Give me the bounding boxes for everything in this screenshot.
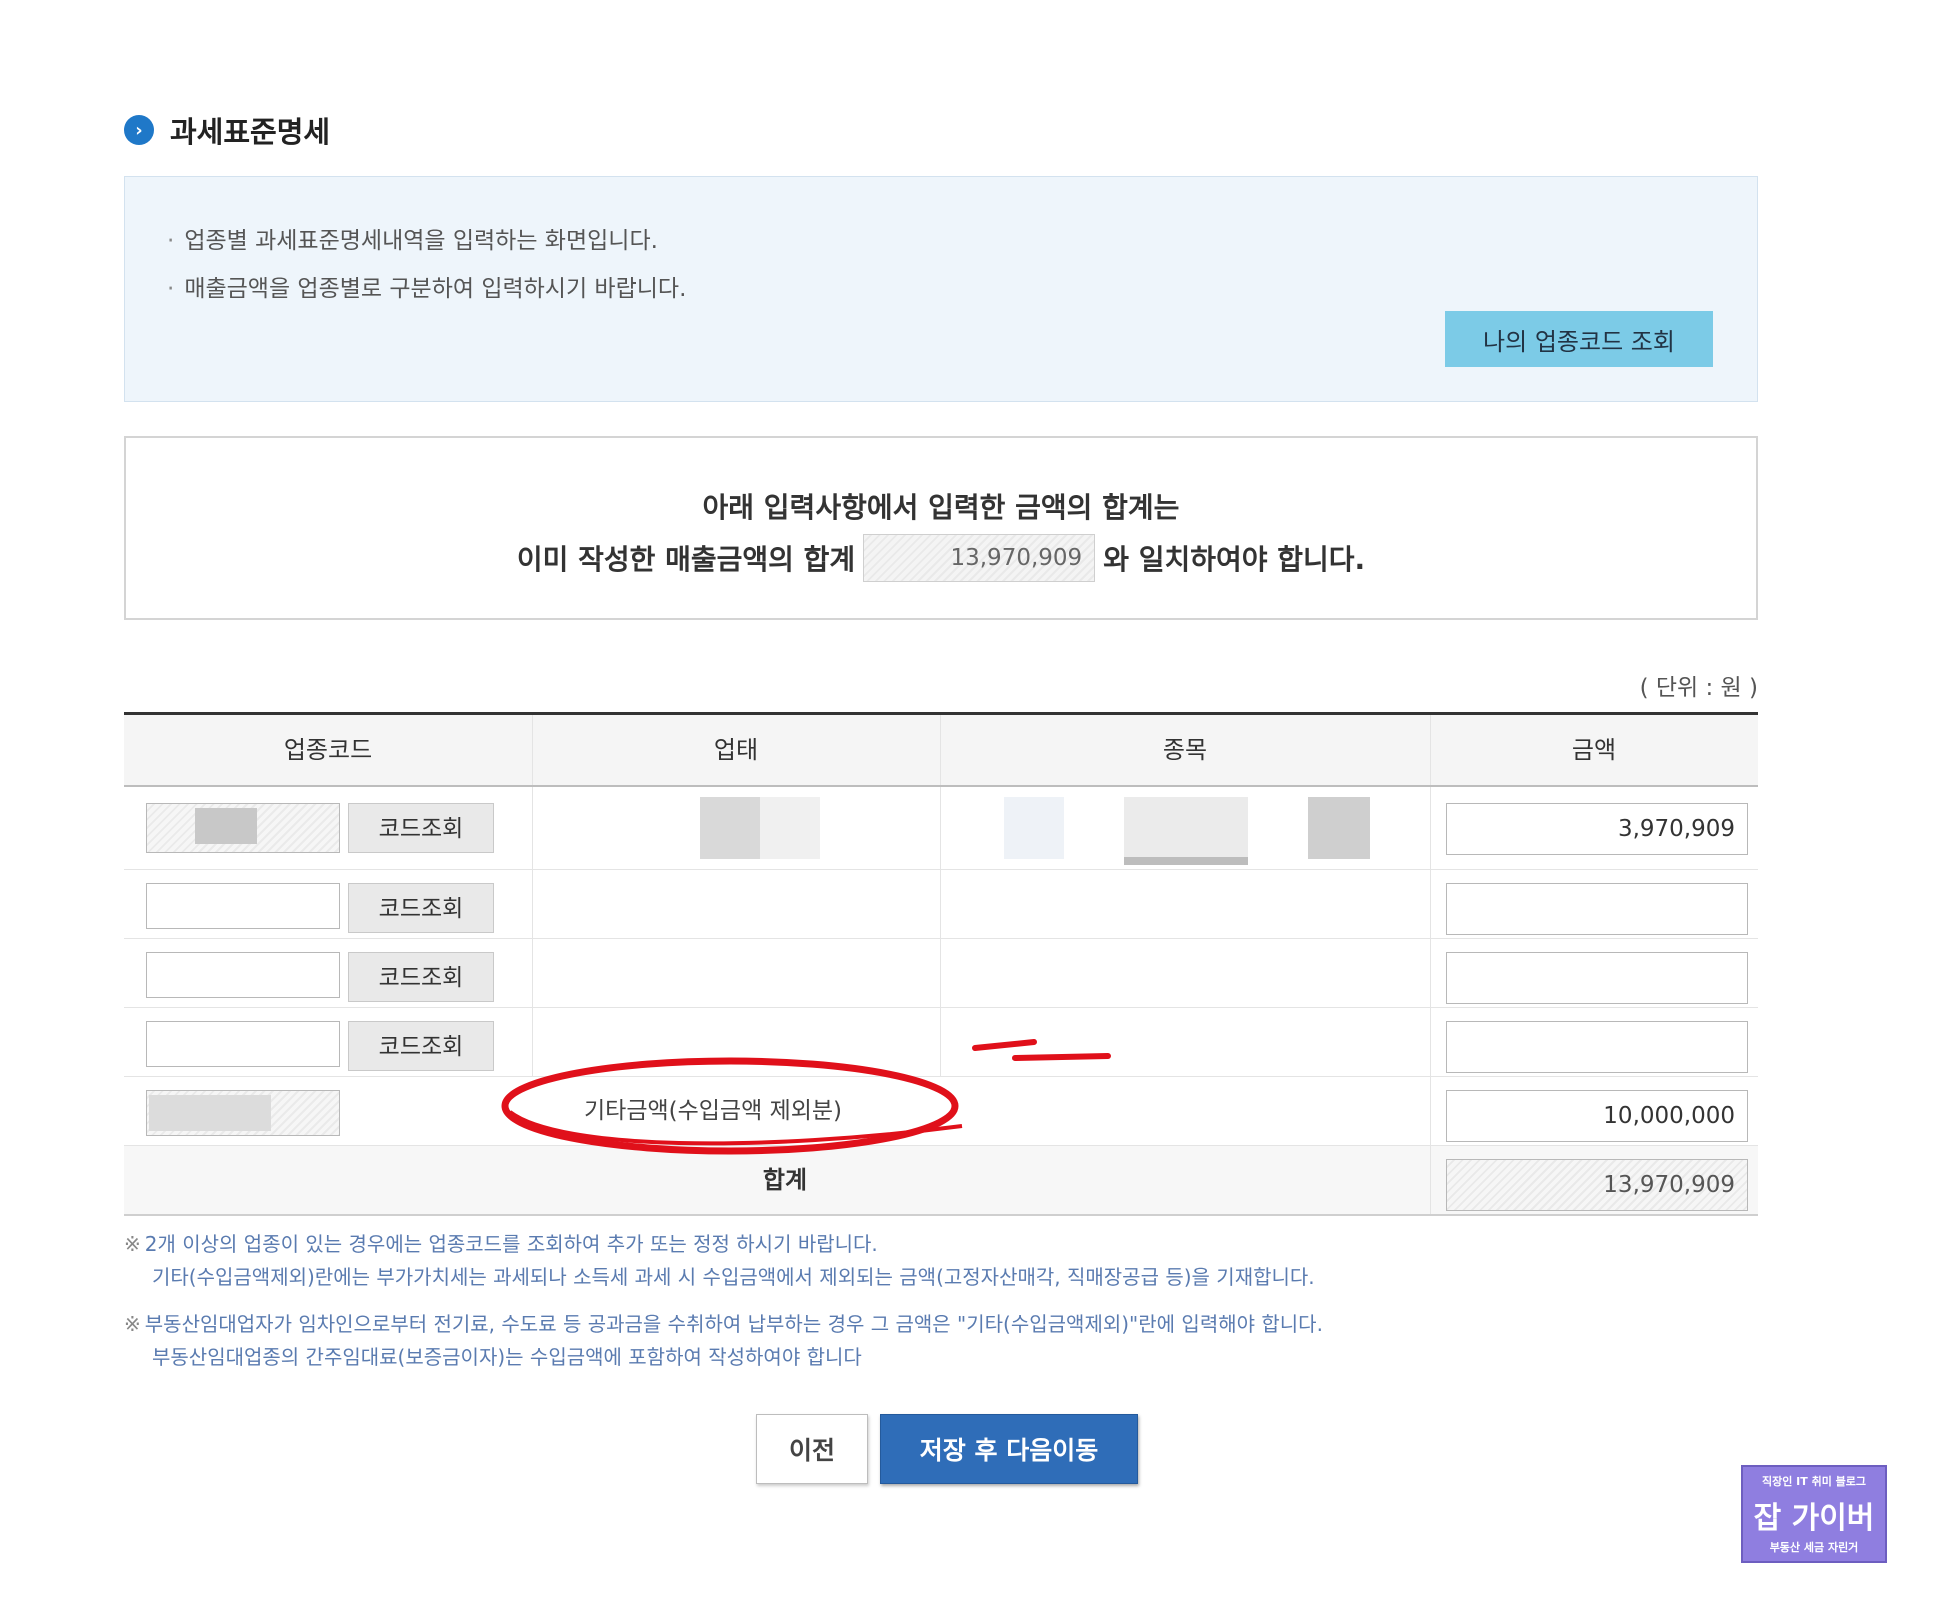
highlight-mark	[972, 1039, 1037, 1051]
highlight-ellipse	[501, 1057, 959, 1155]
note-2: ※ 부동산임대업자가 임차인으로부터 전기료, 수도료 등 공과금을 수취하여 납…	[124, 1312, 1323, 1369]
note-1: ※ 2개 이상의 업종이 있는 경우에는 업종코드를 조회하여 추가 또는 정정 …	[124, 1232, 1315, 1289]
prev-button[interactable]: 이전	[756, 1414, 868, 1484]
note-mark: ※	[124, 1312, 141, 1336]
highlight-annotation	[501, 1039, 1111, 1155]
note-mark: ※	[124, 1232, 141, 1256]
save-next-button[interactable]: 저장 후 다음이동	[880, 1414, 1138, 1484]
blog-logo: 직장인 IT 취미 블로그 잡 가이버 부동산 세금 자린거	[1741, 1465, 1887, 1563]
highlight-mark	[1012, 1053, 1111, 1061]
